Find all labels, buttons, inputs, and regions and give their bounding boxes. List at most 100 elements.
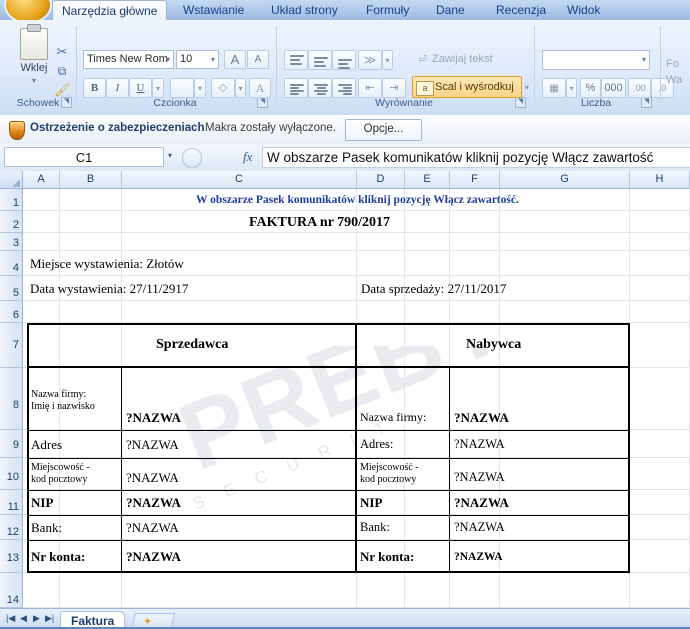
- column-header-h[interactable]: H: [630, 171, 690, 188]
- row-header-11[interactable]: 11: [0, 490, 23, 515]
- table-border-top: [27, 323, 630, 325]
- tab-recenzja[interactable]: Recenzja: [487, 0, 555, 20]
- cut-icon[interactable]: ✂: [54, 44, 70, 60]
- bold-button[interactable]: B: [83, 78, 106, 98]
- format-painter-icon[interactable]: 🖌: [54, 82, 71, 98]
- formula-input[interactable]: W obszarze Pasek komunikatów kliknij poz…: [262, 147, 690, 168]
- fill-color-dropdown-caret-icon[interactable]: ▾: [235, 78, 246, 98]
- font-color-icon[interactable]: A: [249, 78, 271, 98]
- merge-dropdown-caret-icon[interactable]: ▾: [522, 76, 532, 98]
- paste-icon[interactable]: [20, 24, 48, 60]
- column-header-d[interactable]: D: [357, 171, 405, 188]
- column-header-g[interactable]: G: [500, 171, 630, 188]
- tab-wstawianie[interactable]: Wstawianie: [174, 0, 253, 20]
- seller-value-2: ?NAZWA: [126, 470, 179, 485]
- font-dialog-launcher[interactable]: ◥: [257, 97, 268, 108]
- comma-style-button[interactable]: 000: [601, 78, 626, 98]
- decrease-indent-icon[interactable]: ⇤: [358, 78, 382, 98]
- name-box[interactable]: C1: [4, 147, 164, 167]
- grow-font-button[interactable]: A: [224, 50, 246, 69]
- row-header-8[interactable]: 8: [0, 368, 23, 430]
- security-options-button[interactable]: Opcje...: [345, 119, 422, 141]
- spreadsheet-grid[interactable]: PREBYTES SECURITY: [0, 171, 690, 608]
- merge-and-center-label: Scal i wyśrodkuj: [435, 81, 514, 93]
- buyer-value-0: ?NAZWA: [454, 410, 509, 425]
- paste-button[interactable]: Wklej: [8, 62, 60, 74]
- tab-dane[interactable]: Dane: [427, 0, 474, 20]
- nav-prev-sheet-button[interactable]: ◀: [20, 613, 27, 624]
- italic-label: I: [115, 82, 120, 94]
- copy-icon[interactable]: ⧉: [54, 64, 70, 79]
- nav-first-sheet-button[interactable]: |◀: [6, 613, 15, 624]
- formula-bar-expand-icon[interactable]: [182, 148, 202, 168]
- tab-formuly[interactable]: Formuły: [357, 0, 418, 20]
- italic-button[interactable]: I: [106, 78, 129, 98]
- text-orientation-caret-icon[interactable]: ▾: [382, 50, 393, 70]
- select-all-corner[interactable]: [0, 171, 23, 188]
- font-size-combobox[interactable]: 10 ▾: [176, 50, 219, 69]
- row-header-3[interactable]: 3: [0, 233, 23, 251]
- row-header-12[interactable]: 12: [0, 515, 23, 540]
- nav-last-sheet-button[interactable]: ▶|: [45, 613, 54, 624]
- paste-dropdown-caret-icon[interactable]: ▾: [8, 76, 60, 85]
- accounting-caret-icon[interactable]: ▾: [566, 78, 577, 98]
- buyer-value-3: ?NAZWA: [454, 495, 509, 510]
- tab-label: Formuły: [366, 3, 410, 17]
- increase-indent-icon[interactable]: ⇥: [382, 78, 406, 98]
- text-orientation-icon[interactable]: ≫: [358, 50, 382, 70]
- underline-label: U: [136, 82, 145, 94]
- underline-dropdown-caret-icon[interactable]: ▾: [152, 78, 164, 98]
- increase-decimal-icon[interactable]: .00: [628, 78, 651, 98]
- percent-style-button[interactable]: %: [580, 78, 601, 98]
- underline-button[interactable]: U: [129, 78, 152, 98]
- tab-uklad-strony[interactable]: Układ strony: [262, 0, 347, 20]
- align-left-icon[interactable]: [284, 78, 308, 98]
- column-header-e[interactable]: E: [405, 171, 450, 188]
- row-header-14[interactable]: 14: [0, 573, 23, 608]
- cell-a4-place: Miejsce wystawienia: Złotów: [30, 256, 184, 271]
- nav-next-sheet-button[interactable]: ▶: [33, 613, 40, 624]
- column-header-label: B: [86, 173, 95, 185]
- alignment-dialog-launcher[interactable]: ◥: [515, 97, 526, 108]
- tab-widok[interactable]: Widok: [558, 0, 609, 20]
- row-header-6[interactable]: 6: [0, 301, 23, 323]
- borders-dropdown-caret-icon[interactable]: ▾: [194, 78, 206, 98]
- merge-and-center-button[interactable]: a Scal i wyśrodkuj: [412, 76, 522, 98]
- row-header-13[interactable]: 13: [0, 540, 23, 573]
- number-format-combobox[interactable]: ▾: [542, 50, 650, 70]
- align-center-icon[interactable]: [308, 78, 332, 98]
- row-header-4[interactable]: 4: [0, 251, 23, 276]
- column-header-f[interactable]: F: [450, 171, 500, 188]
- buyer-value-5: ?NAZWA: [454, 551, 503, 563]
- row-header-5[interactable]: 5: [0, 276, 23, 301]
- font-name-combobox[interactable]: Times New Rom ▾: [83, 50, 174, 69]
- shrink-font-button[interactable]: A: [247, 50, 269, 69]
- cell-d5-sale-date: Data sprzedaży: 27/11/2017: [361, 281, 507, 296]
- column-header-b[interactable]: B: [60, 171, 122, 188]
- align-bottom-icon[interactable]: [332, 50, 356, 70]
- wrap-text-button[interactable]: ⏎ Zawijaj tekst: [412, 50, 524, 70]
- tab-narzedzia-glowne[interactable]: Narzędzia główne: [52, 0, 168, 22]
- row-header-10[interactable]: 10: [0, 458, 23, 490]
- column-header-a[interactable]: A: [23, 171, 60, 188]
- align-right-icon[interactable]: [332, 78, 356, 98]
- borders-icon[interactable]: [170, 78, 194, 98]
- clipboard-dialog-launcher[interactable]: ◥: [61, 97, 72, 108]
- row-header-1[interactable]: 1: [0, 188, 23, 211]
- row-header-7[interactable]: 7: [0, 323, 23, 368]
- table-border-middle: [355, 323, 357, 573]
- row-header-9[interactable]: 9: [0, 430, 23, 458]
- number-dialog-launcher[interactable]: ◥: [641, 97, 652, 108]
- seller-label-0: Nazwa firmy: Imię i nazwisko: [31, 389, 95, 412]
- row-header-2[interactable]: 2: [0, 211, 23, 233]
- seller-value-3: ?NAZWA: [126, 495, 181, 510]
- name-box-caret-icon[interactable]: ▾: [168, 151, 172, 160]
- align-top-icon[interactable]: [284, 50, 308, 70]
- insert-function-icon[interactable]: fx: [243, 149, 252, 165]
- accounting-format-icon[interactable]: ▦: [542, 78, 566, 98]
- buyer-label-4: Bank:: [360, 520, 390, 534]
- column-header-c[interactable]: C: [122, 171, 357, 188]
- column-header-label: D: [376, 173, 385, 185]
- align-middle-icon[interactable]: [308, 50, 332, 70]
- fill-color-icon[interactable]: ◇: [211, 78, 235, 98]
